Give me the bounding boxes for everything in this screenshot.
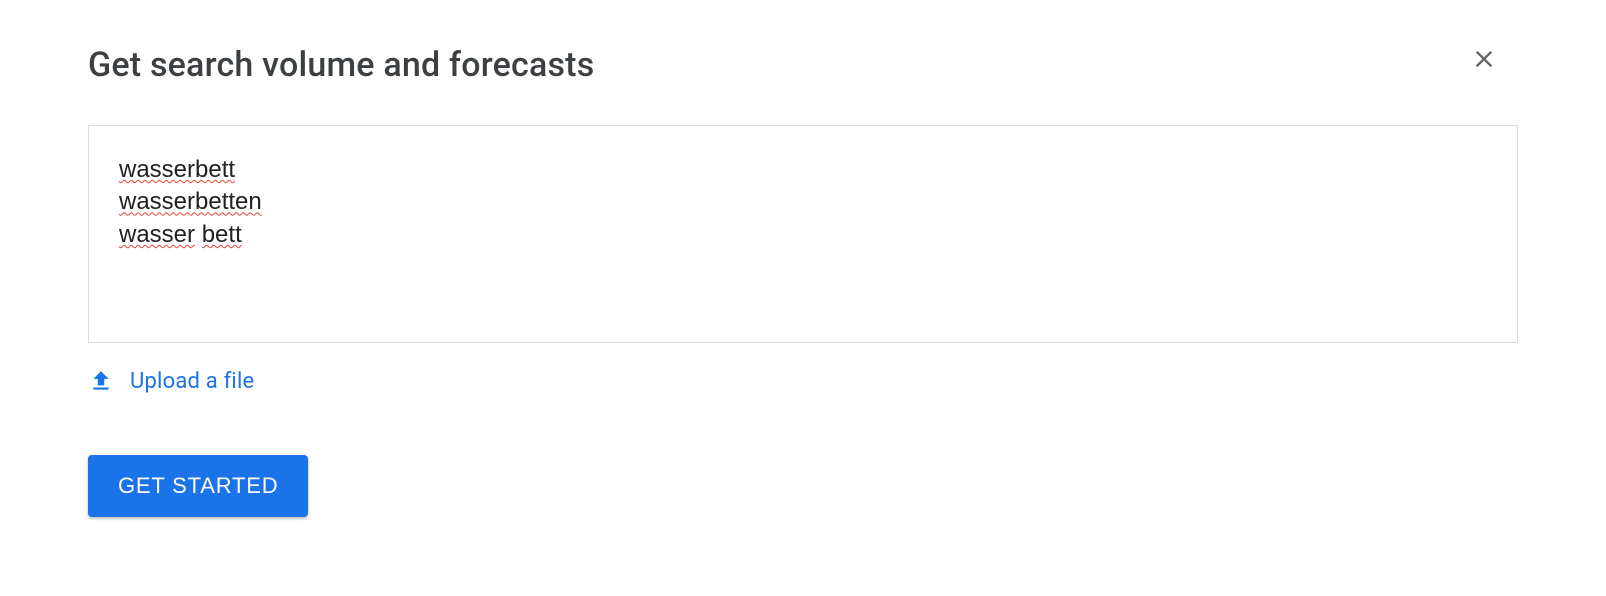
upload-icon xyxy=(88,367,114,395)
keywords-textarea-content[interactable]: wasserbettwasserbettenwasser bett xyxy=(119,154,1487,251)
page-title: Get search volume and forecasts xyxy=(88,45,594,85)
upload-file-label: Upload a file xyxy=(130,369,254,394)
keywords-textarea[interactable]: wasserbettwasserbettenwasser bett xyxy=(88,125,1518,343)
upload-file-link[interactable]: Upload a file xyxy=(88,367,254,395)
dialog-container: Get search volume and forecasts wasserbe… xyxy=(0,0,1606,562)
get-started-button[interactable]: GET STARTED xyxy=(88,455,308,517)
dialog-header: Get search volume and forecasts xyxy=(88,45,1518,85)
close-icon xyxy=(1470,45,1498,73)
close-button[interactable] xyxy=(1470,45,1498,73)
